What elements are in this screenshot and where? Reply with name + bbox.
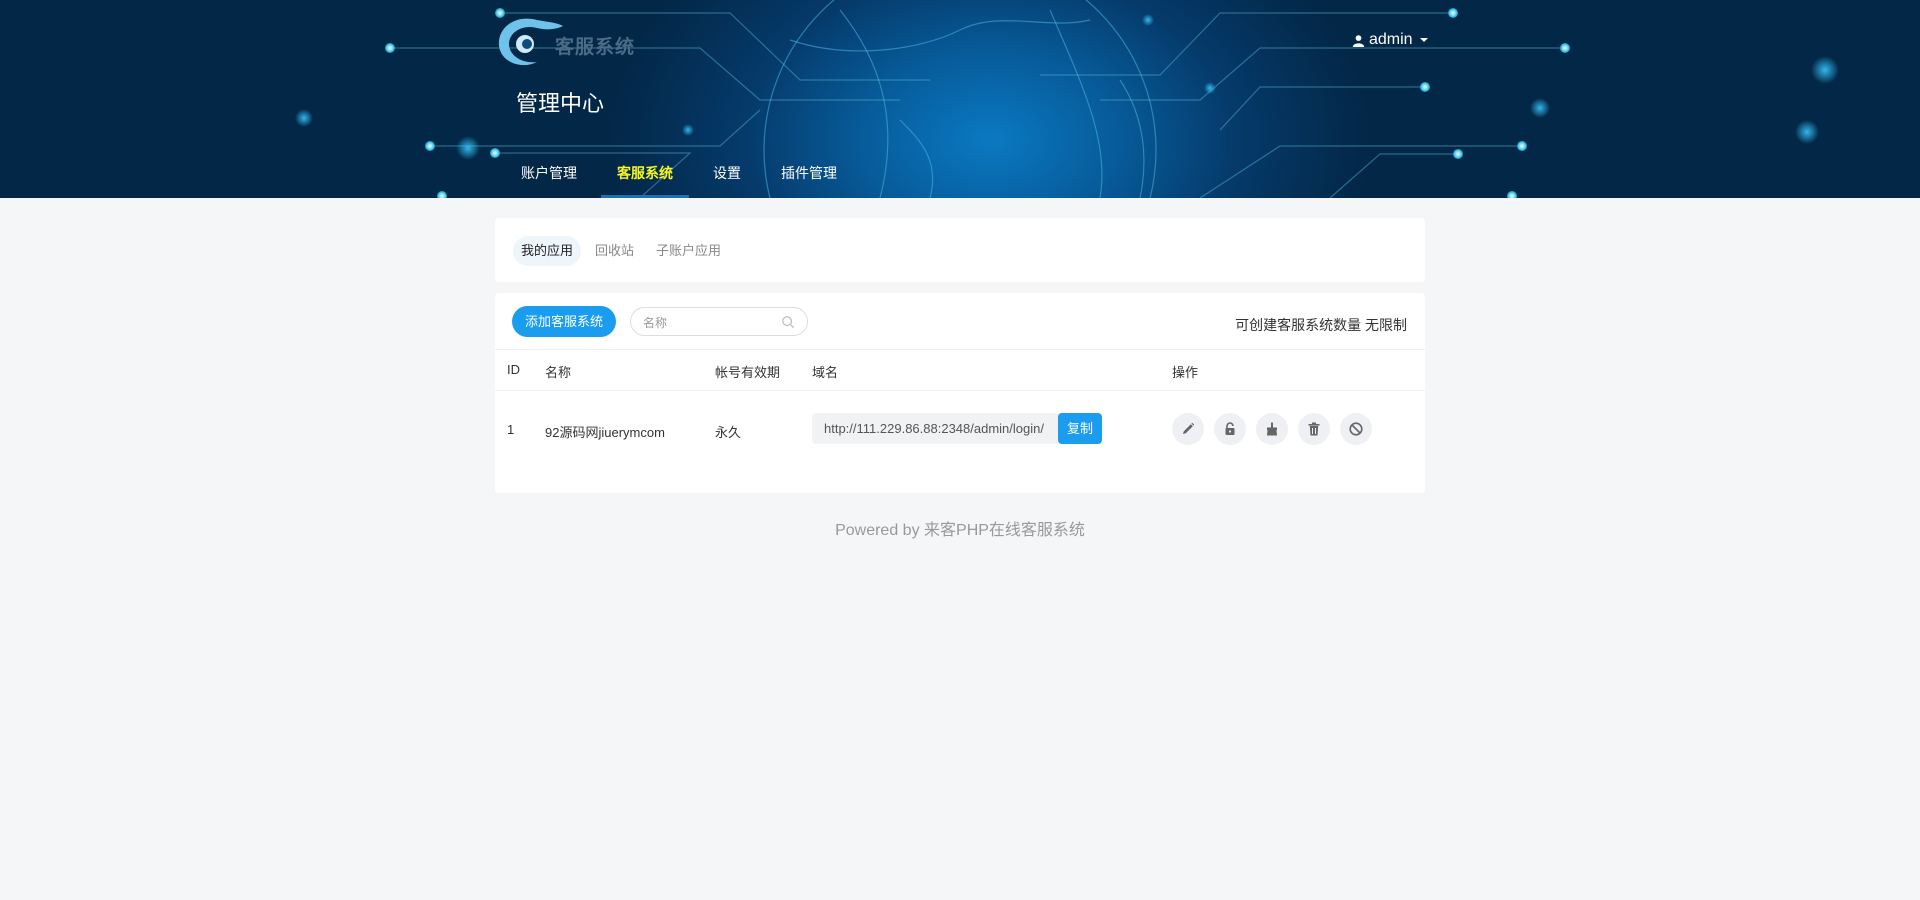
footer-powered-by: Powered by 来客PHP在线客服系统	[835, 522, 1085, 539]
row-actions	[1172, 413, 1372, 445]
user-icon	[1352, 34, 1365, 47]
app-table: ID 名称 帐号有效期 域名 操作 1 92源码网jiuerymcom 永久 h…	[495, 349, 1425, 469]
edit-button[interactable]	[1172, 413, 1204, 445]
header-name: 名称	[545, 365, 572, 380]
domain-url[interactable]: http://111.229.86.88:2348/admin/login/	[812, 413, 1060, 444]
copy-button[interactable]: 复制	[1058, 413, 1103, 444]
header-ops: 操作	[1172, 365, 1199, 380]
search-input[interactable]	[631, 308, 786, 337]
clear-button[interactable]	[1256, 413, 1288, 445]
user-menu[interactable]: admin	[1352, 31, 1428, 49]
tab-my-apps[interactable]: 我的应用	[513, 236, 582, 266]
ban-icon	[1349, 422, 1363, 436]
header-banner: 客服系统 管理中心 admin 账户管理 客服系统 设置 插件管理	[0, 0, 1920, 198]
tab-sub-account-apps[interactable]: 子账户应用	[648, 236, 729, 266]
delete-button[interactable]	[1298, 413, 1330, 445]
top-nav: 账户管理 客服系统 设置 插件管理	[505, 162, 861, 198]
unlock-button[interactable]	[1214, 413, 1246, 445]
tabs-panel: 我的应用 回收站 子账户应用	[495, 218, 1425, 282]
page-title: 管理中心	[516, 91, 605, 116]
nav-item-settings[interactable]: 设置	[697, 162, 757, 186]
table-header: ID 名称 帐号有效期 域名 操作	[495, 349, 1425, 391]
search-icon[interactable]	[781, 315, 795, 329]
nav-item-plugins[interactable]: 插件管理	[765, 162, 853, 186]
app-tabs: 我的应用 回收站 子账户应用	[513, 236, 729, 266]
circuit-background	[295, 0, 1839, 198]
row-id: 1	[507, 422, 515, 437]
disable-button[interactable]	[1340, 413, 1372, 445]
header-domain: 域名	[812, 365, 839, 380]
toolbar: 添加客服系统	[512, 306, 809, 337]
clear-icon	[1267, 422, 1277, 436]
user-name: admin	[1369, 31, 1413, 48]
nav-item-service-system[interactable]: 客服系统	[601, 162, 689, 198]
row-expiry: 永久	[715, 425, 742, 440]
nav-item-account[interactable]: 账户管理	[505, 162, 593, 186]
header-id: ID	[507, 362, 520, 377]
header-expiry: 帐号有效期	[715, 365, 781, 380]
logo-text: 客服系统	[555, 37, 636, 58]
row-name: 92源码网jiuerymcom	[545, 425, 665, 440]
quota-text: 可创建客服系统数量 无限制	[1235, 317, 1407, 333]
edit-icon	[1183, 422, 1195, 434]
tab-recycle-bin[interactable]: 回收站	[587, 236, 642, 266]
app-list-panel: 添加客服系统 可创建客服系统数量 无限制 ID 名称 帐号有效期 域名 操作 1…	[495, 293, 1425, 493]
unlock-icon	[1225, 422, 1235, 435]
chevron-down-icon	[1419, 38, 1428, 42]
add-service-system-button[interactable]: 添加客服系统	[512, 306, 617, 337]
search-box	[630, 307, 809, 337]
table-row: 1 92源码网jiuerymcom 永久 http://111.229.86.8…	[495, 391, 1425, 469]
delete-icon	[1308, 422, 1320, 436]
row-domain: http://111.229.86.88:2348/admin/login/ 复…	[812, 413, 1103, 444]
